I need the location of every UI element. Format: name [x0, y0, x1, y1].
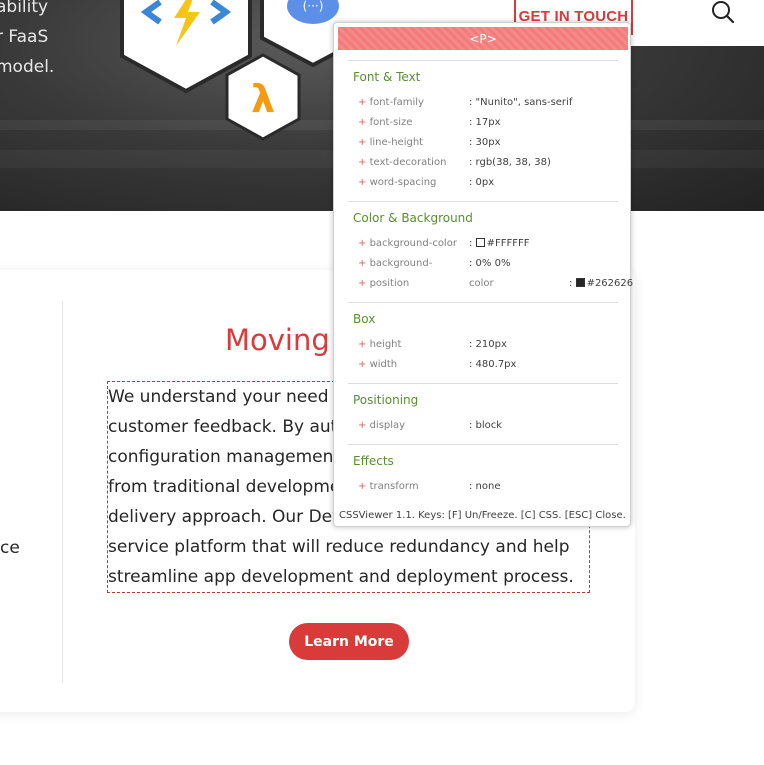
paragraph-line: service platform that will reduce redund… — [108, 537, 570, 557]
property-value: : 0% 0% — [469, 258, 511, 269]
property-row: + text-decoration — [358, 157, 447, 168]
cssviewer-header: <P> — [338, 27, 628, 50]
hero-text-line: ability — [0, 0, 49, 17]
property-row: + line-height — [358, 137, 424, 148]
card-divider — [62, 302, 63, 682]
hero-text-line: model. — [0, 57, 55, 77]
property-row: + background-color — [358, 238, 457, 249]
property-value: : #262626 — [569, 278, 634, 289]
cssviewer-separator — [348, 302, 618, 303]
property-row: + height — [358, 339, 402, 350]
cssviewer-footer: CSSViewer 1.1. Keys: [F] Un/Freeze. [C] … — [339, 510, 626, 521]
lambda-glyph: λ — [251, 77, 275, 121]
property-value: : "Nunito", sans-serif — [469, 97, 573, 108]
property-value: : 17px — [469, 117, 501, 128]
property-row: + background- — [358, 258, 433, 269]
color-swatch — [475, 238, 485, 247]
property-row: + word-spacing — [358, 177, 437, 188]
color-swatch — [575, 278, 585, 287]
section-font-text: Font & Text — [353, 70, 421, 84]
property-row: + position — [358, 278, 410, 289]
left-column-text: ce — [0, 538, 20, 558]
learn-more-button[interactable]: Learn More — [289, 623, 409, 660]
section-effects: Effects — [353, 454, 394, 468]
svg-text:(···): (···) — [303, 0, 324, 13]
section-title: Moving t — [225, 323, 351, 357]
section-color-background: Color & Background — [353, 211, 473, 225]
property-value: : #FFFFFF — [469, 238, 530, 249]
property-label: color — [469, 278, 494, 289]
property-value: : 480.7px — [469, 359, 517, 370]
page: ability r FaaS model. (···) λ GET IN TOU… — [0, 0, 764, 765]
cssviewer-panel: <P> Font & Text + font-family : "Nunito"… — [333, 22, 634, 527]
property-value: : 0px — [469, 177, 495, 188]
cssviewer-separator — [348, 444, 618, 445]
property-row: + font-size — [358, 117, 413, 128]
property-value: : rgb(38, 38, 38) — [469, 157, 551, 168]
cssviewer-separator — [348, 60, 618, 61]
property-row: + width — [358, 359, 398, 370]
property-row: + font-family — [358, 97, 424, 108]
property-row: + transform — [358, 481, 419, 492]
property-value: : 210px — [469, 339, 507, 350]
section-box: Box — [353, 312, 376, 326]
hero-text-line: r FaaS — [0, 27, 49, 47]
property-row: + display — [358, 420, 406, 431]
aws-lambda-logo: λ — [225, 53, 301, 141]
paragraph-line: streamline app development and deploymen… — [108, 567, 574, 587]
cssviewer-separator — [348, 383, 618, 384]
property-value: : none — [469, 481, 501, 492]
property-value: : 30px — [469, 137, 501, 148]
cssviewer-separator — [348, 201, 618, 202]
property-value: : block — [469, 420, 503, 431]
search-icon[interactable] — [709, 0, 737, 26]
section-positioning: Positioning — [353, 393, 419, 407]
